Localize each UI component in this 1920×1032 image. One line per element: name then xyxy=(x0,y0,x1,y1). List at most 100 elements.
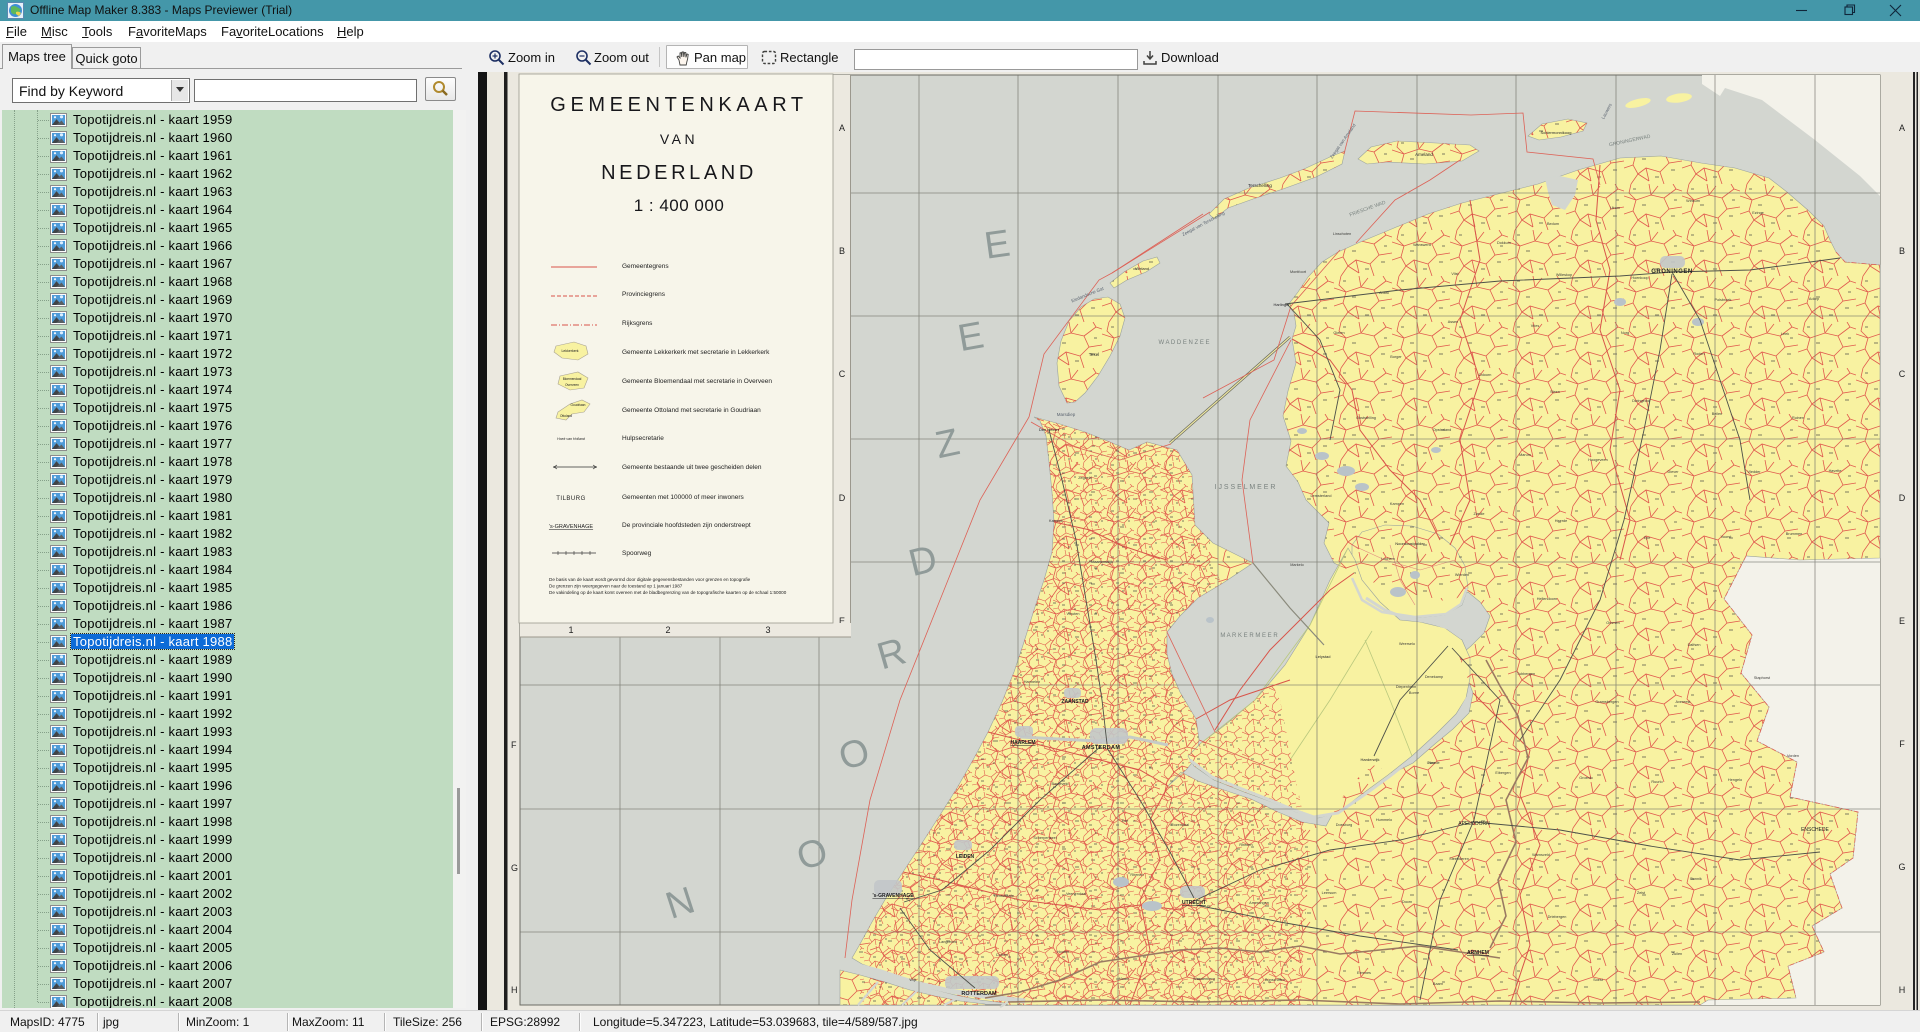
svg-text:C: C xyxy=(839,369,846,379)
svg-text:Vries: Vries xyxy=(1531,324,1540,328)
svg-text:Ooststelling: Ooststelling xyxy=(1356,416,1376,420)
svg-text:W A D D E N Z E E: W A D D E N Z E E xyxy=(1158,340,1209,346)
svg-text:Gemeente Bloemendaal met secre: Gemeente Bloemendaal met secretarie in O… xyxy=(622,378,772,385)
svg-text:I J S S E L M E E R: I J S S E L M E E R xyxy=(1215,484,1276,491)
svg-text:Scherpenzeel: Scherpenzeel xyxy=(1033,836,1056,840)
svg-text:Diever: Diever xyxy=(1668,470,1680,474)
svg-text:Hoogeveen: Hoogeveen xyxy=(1588,458,1607,462)
svg-text:Kamerik: Kamerik xyxy=(1049,519,1063,523)
svg-text:Hengelo: Hengelo xyxy=(1728,778,1742,782)
svg-text:Avereest: Avereest xyxy=(1676,700,1692,704)
svg-text:Amerongen: Amerongen xyxy=(1249,901,1269,905)
svg-text:Havelte: Havelte xyxy=(1829,469,1842,473)
svg-text:APELDOORN: APELDOORN xyxy=(1458,821,1490,827)
svg-text:Winsum: Winsum xyxy=(1686,199,1700,203)
svg-text:Polsbroek: Polsbroek xyxy=(1715,298,1732,302)
svg-text:Hoenkoop: Hoenkoop xyxy=(1631,276,1648,280)
svg-text:E: E xyxy=(1899,616,1905,626)
svg-text:Tubbergen: Tubbergen xyxy=(1517,672,1535,676)
svg-text:Wijk: Wijk xyxy=(909,978,916,982)
svg-text:Staphorst: Staphorst xyxy=(1754,676,1771,680)
svg-text:Ommen: Ommen xyxy=(1606,621,1620,625)
svg-text:Maarn: Maarn xyxy=(1119,977,1130,981)
svg-text:Texel: Texel xyxy=(1089,352,1100,357)
svg-text:Wanswerd: Wanswerd xyxy=(1413,243,1431,247)
svg-text:Lekkerkerk: Lekkerkerk xyxy=(561,349,578,353)
svg-text:Heerde: Heerde xyxy=(1555,519,1567,523)
svg-text:Eibergen: Eibergen xyxy=(1495,771,1510,775)
svg-text:Dokkum: Dokkum xyxy=(1497,241,1511,245)
svg-text:Lemsterland: Lemsterland xyxy=(1311,494,1332,498)
svg-text:ARNHEM: ARNHEM xyxy=(1467,950,1489,956)
svg-text:Barneveld: Barneveld xyxy=(1051,782,1068,786)
svg-text:Hulpsecretarie: Hulpsecretarie xyxy=(622,435,664,442)
svg-text:Overveen: Overveen xyxy=(565,383,579,387)
svg-text:Bunnik: Bunnik xyxy=(1690,877,1702,881)
svg-text:Neede: Neede xyxy=(1428,761,1439,765)
svg-text:Ruurlo: Ruurlo xyxy=(1651,780,1662,784)
svg-text:GEMEENTENKAART: GEMEENTENKAART xyxy=(550,94,807,116)
svg-text:2: 2 xyxy=(665,625,670,635)
svg-text:Epe: Epe xyxy=(1644,536,1651,540)
svg-text:Diepenheim: Diepenheim xyxy=(1396,685,1416,689)
svg-text:Gieten: Gieten xyxy=(1333,331,1344,335)
svg-text:Sleen: Sleen xyxy=(1550,390,1560,394)
svg-text:D: D xyxy=(1899,493,1906,503)
svg-text:Zuilen: Zuilen xyxy=(1672,952,1682,956)
svg-text:G: G xyxy=(511,863,518,873)
svg-text:'s-GRAVENHAGE: 's-GRAVENHAGE xyxy=(872,893,914,899)
svg-text:Harlingen: Harlingen xyxy=(1273,302,1290,307)
svg-text:Gemeentegrens: Gemeentegrens xyxy=(622,263,669,270)
svg-text:Marum: Marum xyxy=(1519,453,1531,457)
svg-text:Voorst: Voorst xyxy=(1721,535,1733,539)
svg-text:Rijksgrens: Rijksgrens xyxy=(622,320,653,327)
svg-text:H: H xyxy=(1899,985,1906,995)
svg-text:A: A xyxy=(839,123,845,133)
svg-text:Gemeente bestaande uit twee ge: Gemeente bestaande uit twee gescheiden d… xyxy=(622,464,762,471)
svg-text:M A R K E R M E E R: M A R K E R M E E R xyxy=(1220,633,1278,639)
svg-text:1 : 400 000: 1 : 400 000 xyxy=(634,196,725,215)
svg-text:Langbroek: Langbroek xyxy=(939,940,957,944)
svg-text:Gemeente Lekkerkerk met secret: Gemeente Lekkerkerk met secretarie in Le… xyxy=(622,349,770,356)
svg-text:De basis van de kaart wordt ge: De basis van de kaart wordt gevormd door… xyxy=(549,577,751,582)
svg-text:Vlist: Vlist xyxy=(1451,272,1459,276)
svg-text:Zeist: Zeist xyxy=(1637,891,1646,895)
svg-text:Goudriaan: Goudriaan xyxy=(571,403,586,407)
svg-text:De vakindeling op de kaart kom: De vakindeling op de kaart komt overeen … xyxy=(549,590,787,595)
svg-text:Rheden: Rheden xyxy=(1239,843,1252,847)
svg-text:Houten: Houten xyxy=(1057,950,1069,954)
svg-text:Ede: Ede xyxy=(1122,819,1129,823)
svg-text:Markelo: Markelo xyxy=(1290,563,1304,567)
svg-text:Leek: Leek xyxy=(1781,332,1789,336)
svg-text:Wierden: Wierden xyxy=(1455,573,1469,577)
svg-text:Borne: Borne xyxy=(1409,691,1419,695)
svg-text:Woudenberg: Woudenberg xyxy=(1193,977,1215,981)
svg-text:GRONINGEN: GRONINGEN xyxy=(1651,269,1693,275)
svg-text:Zwolle: Zwolle xyxy=(1474,512,1485,516)
svg-text:Linschoten: Linschoten xyxy=(1333,232,1351,236)
svg-text:Vorden: Vorden xyxy=(1787,754,1799,758)
svg-text:Norg: Norg xyxy=(1621,331,1629,335)
svg-text:Roden: Roden xyxy=(1693,352,1704,356)
svg-text:Zegveld: Zegveld xyxy=(1078,476,1092,480)
svg-text:Borger: Borger xyxy=(1390,355,1402,359)
svg-text:Doorn: Doorn xyxy=(1402,900,1412,904)
svg-text:B: B xyxy=(1899,246,1905,256)
svg-text:A: A xyxy=(1899,123,1905,133)
svg-text:3: 3 xyxy=(765,625,770,635)
svg-text:ZAANSTAD: ZAANSTAD xyxy=(1061,699,1089,705)
svg-text:Noordoostpolder: Noordoostpolder xyxy=(1395,541,1425,546)
svg-text:Gemeente Ottoland met secretar: Gemeente Ottoland met secretarie in Goud… xyxy=(622,407,761,414)
svg-text:Cothen: Cothen xyxy=(996,953,1008,957)
svg-text:Brummen: Brummen xyxy=(1786,532,1802,536)
svg-text:Lochem: Lochem xyxy=(1381,557,1395,561)
svg-text:Ezinge: Ezinge xyxy=(1752,211,1764,215)
svg-text:Ulrum: Ulrum xyxy=(1610,206,1620,210)
svg-text:1: 1 xyxy=(568,625,573,635)
svg-text:Eemnes: Eemnes xyxy=(1357,971,1371,975)
svg-text:Vledder: Vledder xyxy=(1747,470,1761,474)
svg-text:Bedum: Bedum xyxy=(1547,222,1559,226)
svg-text:Kampen: Kampen xyxy=(1390,502,1404,506)
svg-text:Lelystad: Lelystad xyxy=(1316,654,1331,659)
svg-text:Dalfsen: Dalfsen xyxy=(1688,643,1701,647)
